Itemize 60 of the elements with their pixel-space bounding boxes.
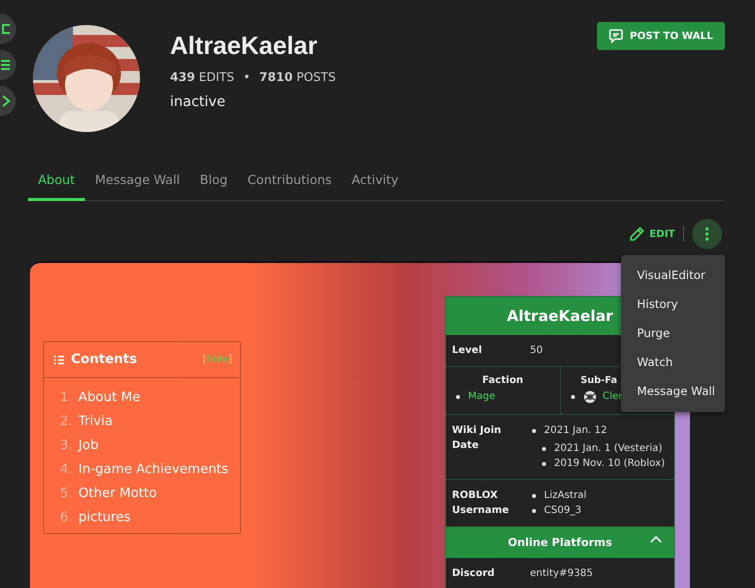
more-button[interactable] bbox=[692, 219, 722, 249]
contents-title: Contents bbox=[71, 352, 137, 367]
item-number: 4. bbox=[60, 462, 72, 477]
contents-link[interactable]: About Me bbox=[78, 390, 140, 405]
list-icon bbox=[54, 354, 64, 364]
bullet-icon bbox=[542, 446, 546, 450]
column-heading: Sub-Fa bbox=[580, 375, 618, 386]
contents-link[interactable]: Job bbox=[78, 438, 98, 453]
bullet-icon bbox=[532, 428, 536, 432]
tab[interactable]: Blog bbox=[190, 172, 238, 201]
contents-link[interactable]: Trivia bbox=[78, 414, 113, 429]
field-label: Discord bbox=[452, 567, 496, 581]
bullet-icon bbox=[542, 462, 546, 466]
contents-link[interactable]: In-game Achievements bbox=[78, 462, 228, 477]
tab[interactable]: Activity bbox=[342, 172, 408, 201]
separator-dot: • bbox=[243, 70, 250, 84]
caret-icon bbox=[650, 535, 662, 543]
column-heading: Faction bbox=[481, 375, 524, 386]
tab[interactable]: Contributions bbox=[238, 172, 342, 201]
speech-bubble-icon bbox=[608, 29, 623, 43]
field-value: CS09_3 bbox=[544, 504, 582, 518]
faction-link[interactable]: Cler bbox=[602, 389, 623, 404]
bracket: ] bbox=[228, 354, 232, 365]
field-label: ROBLOX Username bbox=[452, 489, 510, 518]
contents-link[interactable]: pictures bbox=[78, 510, 131, 525]
faction-link[interactable]: Mage bbox=[468, 389, 496, 404]
pencil-icon bbox=[629, 226, 646, 242]
bullet-icon bbox=[456, 394, 460, 398]
section-header[interactable]: Online Platforms bbox=[446, 527, 674, 558]
field-value: LizAstral bbox=[544, 489, 587, 503]
bullet-icon bbox=[532, 494, 536, 498]
field-value: 2019 Nov. 10 (Roblox) bbox=[554, 457, 665, 471]
contents-link[interactable]: Other Motto bbox=[78, 486, 157, 501]
field-value: entity#9385 bbox=[530, 567, 593, 581]
emblem-icon bbox=[582, 390, 596, 404]
menu-item[interactable]: Message Wall bbox=[621, 377, 725, 406]
field-value: 50 bbox=[530, 344, 543, 358]
item-number: 1. bbox=[60, 390, 72, 405]
menu-item[interactable]: VisualEditor bbox=[621, 261, 725, 290]
username: AltraeKaelar bbox=[170, 32, 318, 61]
edit-button[interactable]: EDIT bbox=[629, 226, 675, 242]
user-status: inactive bbox=[170, 94, 226, 110]
field-label: Level bbox=[452, 344, 483, 358]
tab[interactable]: Message Wall bbox=[84, 172, 190, 201]
stat-count: 7810 POSTS bbox=[259, 70, 336, 84]
bullet-icon bbox=[570, 394, 574, 398]
post-to-wall-button[interactable]: POST TO WALL bbox=[596, 22, 725, 50]
bracket: [ bbox=[202, 354, 206, 365]
bullet-icon bbox=[532, 508, 536, 512]
stat-count: 439 EDITS bbox=[170, 70, 234, 84]
item-number: 6. bbox=[60, 510, 72, 525]
item-number: 2. bbox=[60, 414, 72, 429]
field-value: 2021 Jan. 1 (Vesteria) bbox=[554, 442, 662, 456]
item-number: 3. bbox=[60, 438, 72, 453]
field-label: Wiki Join Date bbox=[452, 424, 502, 453]
item-number: 5. bbox=[60, 486, 72, 501]
tab[interactable]: About bbox=[28, 172, 85, 201]
menu-item[interactable]: Watch bbox=[621, 348, 725, 377]
more-icon bbox=[705, 227, 709, 241]
field-value: 2021 Jan. 12 bbox=[544, 424, 608, 438]
